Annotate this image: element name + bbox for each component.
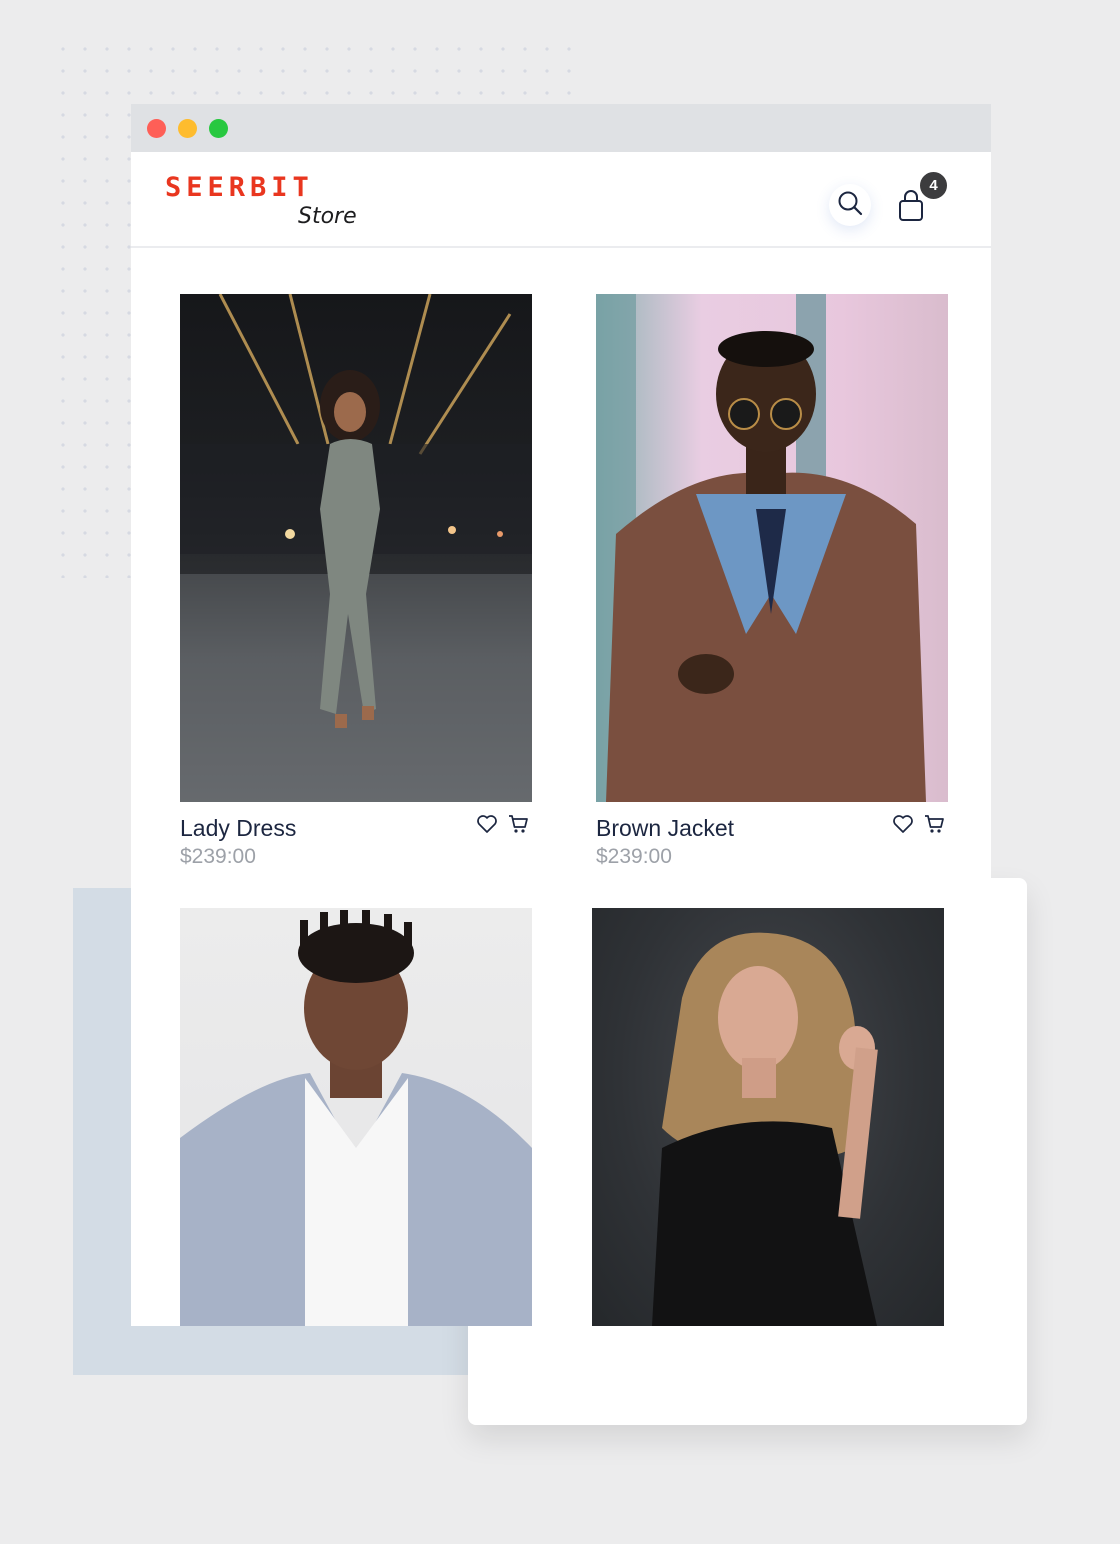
store-header: SEERBIT Store 4	[131, 152, 991, 248]
product-image[interactable]	[592, 908, 944, 1326]
product-actions	[476, 814, 530, 834]
heart-icon[interactable]	[892, 814, 914, 834]
product-card[interactable]: Brown Jacket $239:00	[596, 294, 948, 868]
maximize-window-dot[interactable]	[209, 119, 228, 138]
cart-icon[interactable]	[508, 814, 530, 834]
search-icon	[837, 190, 863, 221]
brand-subtitle: Store	[298, 204, 357, 229]
product-name[interactable]: Lady Dress	[180, 815, 296, 842]
product-image[interactable]	[180, 908, 532, 1326]
cart-count-badge: 4	[918, 170, 949, 201]
minimize-window-dot[interactable]	[178, 119, 197, 138]
browser-window: SEERBIT Store 4 Lady Dress $239:00 Brown…	[131, 104, 991, 1326]
search-button[interactable]	[829, 184, 871, 226]
product-card[interactable]	[592, 908, 944, 1326]
product-name[interactable]: Brown Jacket	[596, 815, 734, 842]
product-card[interactable]	[180, 908, 532, 1326]
brand-logo[interactable]: SEERBIT	[165, 172, 314, 203]
product-actions	[892, 814, 946, 834]
product-image[interactable]	[180, 294, 532, 802]
cart-icon[interactable]	[924, 814, 946, 834]
product-price: $239:00	[180, 845, 256, 868]
product-image[interactable]	[596, 294, 948, 802]
shopping-bag-icon	[898, 189, 924, 227]
product-card[interactable]: Lady Dress $239:00	[180, 294, 532, 868]
product-price: $239:00	[596, 845, 672, 868]
heart-icon[interactable]	[476, 814, 498, 834]
window-titlebar	[131, 104, 991, 152]
close-window-dot[interactable]	[147, 119, 166, 138]
